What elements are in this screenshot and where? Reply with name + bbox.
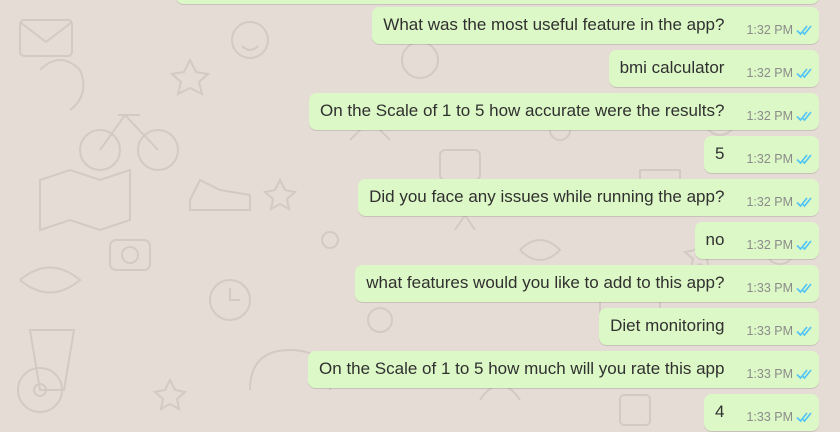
message-bubble[interactable]: Did you face any issues while running th…	[358, 179, 819, 216]
message-text: On the Scale of 1 to 5 how much will you…	[319, 359, 725, 378]
message-text: What was the most useful feature in the …	[383, 15, 725, 34]
double-check-read-icon	[796, 283, 812, 294]
message-bubble[interactable]: On the Scale of 1 to 5 how much will you…	[308, 351, 819, 388]
double-check-read-icon	[796, 111, 812, 122]
double-check-read-icon	[796, 369, 812, 380]
message-text: 4	[714, 402, 725, 421]
double-check-read-icon	[796, 197, 812, 208]
message-text: Did you face any issues while running th…	[369, 187, 725, 206]
message-bubble[interactable]: What was the most useful feature in the …	[372, 7, 819, 44]
message-timestamp: 1:32 PM	[746, 23, 793, 37]
message-timestamp: 1:33 PM	[746, 281, 793, 295]
message-timestamp: 1:32 PM	[746, 238, 793, 252]
message-timestamp: 1:32 PM	[746, 109, 793, 123]
double-check-read-icon	[796, 25, 812, 36]
message-text: Diet monitoring	[610, 316, 725, 335]
message-bubble[interactable]: 5 1:32 PM	[703, 136, 819, 173]
message-text: 5	[714, 144, 725, 163]
message-text: On the Scale of 1 to 5 how accurate were…	[319, 101, 725, 120]
message-timestamp: 1:33 PM	[746, 367, 793, 381]
message-list: What was the most useful feature in the …	[0, 0, 840, 432]
double-check-read-icon	[796, 68, 812, 79]
message-timestamp: 1:32 PM	[746, 152, 793, 166]
message-bubble[interactable]: 4 1:33 PM	[703, 394, 819, 431]
double-check-read-icon	[796, 240, 812, 251]
message-bubble[interactable]: On the Scale of 1 to 5 how accurate were…	[308, 93, 819, 130]
message-bubble[interactable]: no 1:32 PM	[694, 222, 819, 259]
message-timestamp: 1:33 PM	[746, 324, 793, 338]
message-timestamp: 1:32 PM	[746, 66, 793, 80]
chat-background: What was the most useful feature in the …	[0, 0, 840, 432]
message-text: no	[705, 230, 725, 249]
double-check-read-icon	[796, 412, 812, 423]
message-text: bmi calculator	[619, 58, 725, 77]
message-text: what features would you like to add to t…	[366, 273, 725, 292]
double-check-read-icon	[796, 326, 812, 337]
message-timestamp: 1:33 PM	[746, 410, 793, 424]
double-check-read-icon	[796, 154, 812, 165]
message-bubble[interactable]: what features would you like to add to t…	[355, 265, 819, 302]
message-bubble[interactable]: Diet monitoring 1:33 PM	[599, 308, 819, 345]
message-timestamp: 1:32 PM	[746, 195, 793, 209]
message-bubble[interactable]: bmi calculator 1:32 PM	[608, 50, 819, 87]
previous-message-bubble-partial	[176, 0, 819, 4]
